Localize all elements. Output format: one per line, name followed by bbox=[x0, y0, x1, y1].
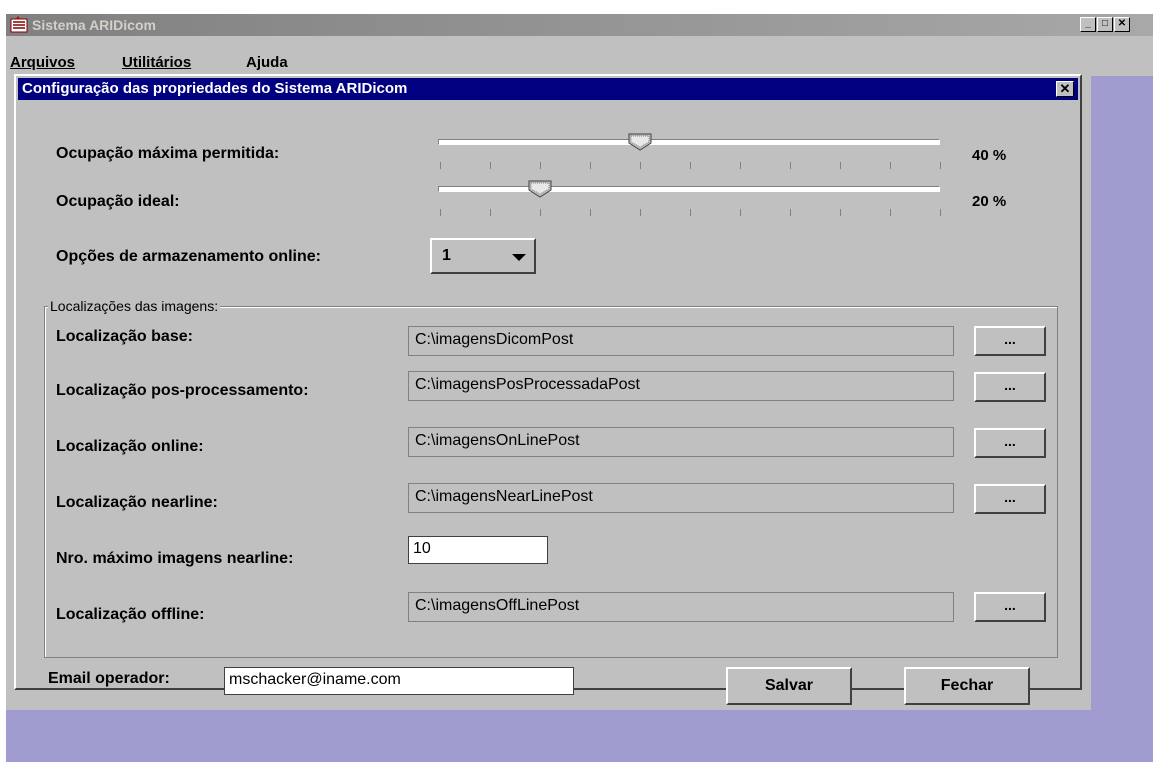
ocupacao-ideal-slider-thumb[interactable] bbox=[528, 180, 552, 198]
localizacao-online-field[interactable]: C:\imagensOnLinePost bbox=[408, 427, 954, 457]
armazenamento-label: Opções de armazenamento online: bbox=[56, 248, 321, 265]
localizacao-base-browse-button[interactable]: ... bbox=[974, 326, 1046, 356]
slider-tick bbox=[590, 162, 591, 169]
localizacao-nearline-label: Localização nearline: bbox=[56, 494, 218, 511]
localizacao-online-label: Localização online: bbox=[56, 438, 204, 455]
ocupacao-max-value: 40 % bbox=[972, 147, 1007, 164]
desktop-area-bottom bbox=[6, 710, 1153, 762]
localizacao-pos-browse-button[interactable]: ... bbox=[974, 372, 1046, 402]
email-label: Email operador: bbox=[48, 670, 170, 687]
dialog-title: Configuração das propriedades do Sistema… bbox=[22, 80, 408, 97]
dialog-close-button[interactable]: ✕ bbox=[1056, 81, 1074, 97]
email-input[interactable]: mschacker@iname.com bbox=[224, 667, 574, 695]
localizacoes-group-title: Localizações das imagens: bbox=[48, 298, 221, 314]
ocupacao-max-slider-thumb[interactable] bbox=[628, 133, 652, 151]
menu-ajuda[interactable]: Ajuda bbox=[246, 54, 288, 71]
slider-tick bbox=[440, 209, 441, 216]
slider-tick bbox=[690, 162, 691, 169]
localizacao-offline-browse-button[interactable]: ... bbox=[974, 592, 1046, 622]
localizacao-nearline-field[interactable]: C:\imagensNearLinePost bbox=[408, 483, 954, 513]
slider-tick bbox=[740, 162, 741, 169]
ocupacao-ideal-value: 20 % bbox=[972, 193, 1007, 210]
slider-tick bbox=[440, 162, 441, 169]
chevron-down-icon[interactable] bbox=[512, 254, 526, 261]
slider-tick bbox=[790, 209, 791, 216]
slider-tick bbox=[690, 209, 691, 216]
slider-tick bbox=[940, 162, 941, 169]
menu-arquivos[interactable]: Arquivos bbox=[10, 54, 75, 71]
ocupacao-max-track[interactable] bbox=[438, 139, 940, 145]
slider-tick bbox=[590, 209, 591, 216]
slider-tick bbox=[740, 209, 741, 216]
slider-tick bbox=[640, 162, 641, 169]
slider-tick bbox=[640, 209, 641, 216]
localizacao-base-field[interactable]: C:\imagensDicomPost bbox=[408, 326, 954, 356]
save-button[interactable]: Salvar bbox=[726, 667, 852, 705]
localizacao-offline-field[interactable]: C:\imagensOffLinePost bbox=[408, 592, 954, 622]
ocupacao-max-label: Ocupação máxima permitida: bbox=[56, 145, 280, 162]
app-icon bbox=[10, 16, 28, 33]
app-title-bar: Sistema ARIDicom _ □ ✕ bbox=[6, 14, 1153, 36]
slider-tick bbox=[490, 209, 491, 216]
slider-tick bbox=[840, 209, 841, 216]
localizacao-pos-label: Localização pos-processamento: bbox=[56, 382, 309, 399]
localizacao-base-label: Localização base: bbox=[56, 328, 193, 345]
slider-tick bbox=[940, 209, 941, 216]
max-nearline-input[interactable]: 10 bbox=[408, 536, 548, 564]
localizacao-offline-label: Localização offline: bbox=[56, 606, 205, 623]
slider-tick bbox=[890, 209, 891, 216]
armazenamento-selected: 1 bbox=[442, 247, 451, 264]
menu-utilitarios[interactable]: Utilitários bbox=[122, 54, 191, 71]
close-button[interactable]: Fechar bbox=[904, 667, 1030, 705]
slider-tick bbox=[890, 162, 891, 169]
maximize-button[interactable]: □ bbox=[1097, 17, 1113, 32]
app-title: Sistema ARIDicom bbox=[32, 17, 156, 33]
slider-tick bbox=[840, 162, 841, 169]
armazenamento-combobox[interactable]: 1 bbox=[430, 238, 536, 274]
slider-tick bbox=[540, 162, 541, 169]
localizacao-pos-field[interactable]: C:\imagensPosProcessadaPost bbox=[408, 371, 954, 401]
minimize-button[interactable]: _ bbox=[1080, 17, 1096, 32]
desktop-area bbox=[1091, 76, 1153, 762]
slider-tick bbox=[540, 209, 541, 216]
ocupacao-ideal-label: Ocupação ideal: bbox=[56, 193, 180, 210]
ocupacao-ideal-track[interactable] bbox=[438, 186, 940, 192]
localizacao-nearline-browse-button[interactable]: ... bbox=[974, 484, 1046, 514]
close-window-button[interactable]: ✕ bbox=[1114, 17, 1130, 32]
slider-tick bbox=[490, 162, 491, 169]
dialog-title-bar: Configuração das propriedades do Sistema… bbox=[18, 78, 1078, 100]
max-nearline-label: Nro. máximo imagens nearline: bbox=[56, 550, 294, 567]
slider-tick bbox=[790, 162, 791, 169]
localizacao-online-browse-button[interactable]: ... bbox=[974, 428, 1046, 458]
